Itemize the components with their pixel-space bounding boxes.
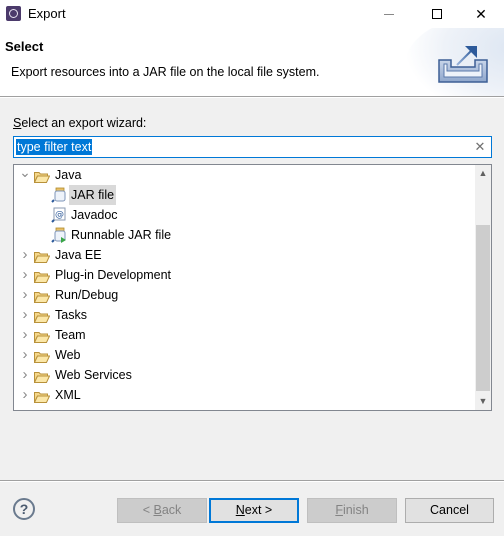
chevron-down-icon[interactable]: ⌄ bbox=[19, 165, 31, 185]
scroll-down-icon[interactable]: ▼ bbox=[475, 393, 491, 410]
tree-item-label: XML bbox=[55, 388, 81, 402]
tree-item[interactable]: › XML bbox=[14, 385, 474, 405]
chevron-right-icon[interactable]: › bbox=[19, 385, 31, 405]
close-button[interactable]: ✕ bbox=[458, 0, 504, 28]
tree-item-label: Java EE bbox=[55, 248, 102, 262]
next-button[interactable]: Next > bbox=[209, 498, 299, 523]
folder-open-icon bbox=[33, 169, 51, 183]
folder-icon bbox=[33, 269, 51, 283]
folder-icon bbox=[33, 329, 51, 343]
chevron-right-icon[interactable]: › bbox=[19, 245, 31, 265]
wizard-header: Select Export resources into a JAR file … bbox=[0, 28, 504, 96]
window-title: Export bbox=[28, 6, 66, 21]
svg-text:@: @ bbox=[55, 210, 64, 220]
tree-item[interactable]: › Web bbox=[14, 345, 474, 365]
chevron-right-icon[interactable]: › bbox=[19, 365, 31, 385]
tree-item[interactable]: › Web Services bbox=[14, 365, 474, 385]
cancel-button[interactable]: Cancel bbox=[405, 498, 494, 523]
back-button[interactable]: < Back bbox=[117, 498, 207, 523]
filter-input[interactable]: type filter text ✕ bbox=[13, 136, 492, 158]
clear-icon[interactable]: ✕ bbox=[473, 139, 487, 155]
folder-icon bbox=[33, 249, 51, 263]
tree-item-label: Web Services bbox=[55, 368, 132, 382]
page-description: Export resources into a JAR file on the … bbox=[11, 65, 320, 79]
vertical-scrollbar[interactable]: ▲ ▼ bbox=[475, 165, 491, 410]
jar-icon bbox=[51, 187, 67, 203]
tree-item-label: Java bbox=[55, 168, 82, 182]
tree-item[interactable]: JAR file bbox=[14, 185, 474, 205]
tree-item[interactable]: › Team bbox=[14, 325, 474, 345]
chevron-right-icon[interactable]: › bbox=[19, 345, 31, 365]
close-icon: ✕ bbox=[475, 5, 487, 22]
help-icon[interactable]: ? bbox=[13, 498, 35, 520]
tree-item[interactable]: @ Javadoc bbox=[14, 205, 474, 225]
javadoc-icon: @ bbox=[51, 207, 67, 223]
tree-item-label: Runnable JAR file bbox=[71, 228, 172, 242]
tree-item-label: Run/Debug bbox=[55, 288, 119, 302]
scroll-up-icon[interactable]: ▲ bbox=[475, 165, 491, 182]
tree-item[interactable]: › Plug-in Development bbox=[14, 265, 474, 285]
minimize-icon bbox=[384, 13, 394, 15]
wizard-label: Select an export wizard: bbox=[13, 116, 147, 130]
chevron-right-icon[interactable]: › bbox=[19, 325, 31, 345]
maximize-button[interactable] bbox=[414, 0, 460, 28]
folder-icon bbox=[33, 309, 51, 323]
wizard-tree[interactable]: ⌄ Java JAR file @ Javadoc Runnable JAR file › J… bbox=[13, 164, 492, 411]
page-title: Select bbox=[5, 39, 44, 54]
chevron-right-icon[interactable]: › bbox=[19, 265, 31, 285]
folder-icon bbox=[33, 389, 51, 403]
folder-icon bbox=[33, 369, 51, 383]
tree-item-label: Team bbox=[55, 328, 86, 342]
maximize-icon bbox=[432, 9, 442, 19]
finish-button[interactable]: Finish bbox=[307, 498, 397, 523]
tree-item-label: Plug-in Development bbox=[55, 268, 172, 282]
runnable-jar-icon bbox=[51, 227, 67, 243]
folder-icon bbox=[33, 289, 51, 303]
filter-text[interactable]: type filter text bbox=[16, 139, 93, 155]
tree-item-label: Tasks bbox=[55, 308, 87, 322]
tree-item[interactable]: › Tasks bbox=[14, 305, 474, 325]
tree-item[interactable]: Runnable JAR file bbox=[14, 225, 474, 245]
tree-item-label: Web bbox=[55, 348, 81, 362]
tree-item[interactable]: › Java EE bbox=[14, 245, 474, 265]
tree-item-label: Javadoc bbox=[71, 208, 118, 222]
folder-icon bbox=[33, 349, 51, 363]
chevron-right-icon[interactable]: › bbox=[19, 285, 31, 305]
title-bar: Export ✕ bbox=[0, 0, 504, 28]
tree-item[interactable]: › Run/Debug bbox=[14, 285, 474, 305]
minimize-button[interactable] bbox=[366, 0, 412, 28]
tree-item[interactable]: ⌄ Java bbox=[14, 165, 474, 185]
chevron-right-icon[interactable]: › bbox=[19, 305, 31, 325]
eclipse-icon bbox=[6, 6, 21, 21]
tree-item-label: JAR file bbox=[69, 185, 117, 205]
scrollbar-thumb[interactable] bbox=[476, 225, 490, 391]
export-icon bbox=[438, 46, 488, 83]
